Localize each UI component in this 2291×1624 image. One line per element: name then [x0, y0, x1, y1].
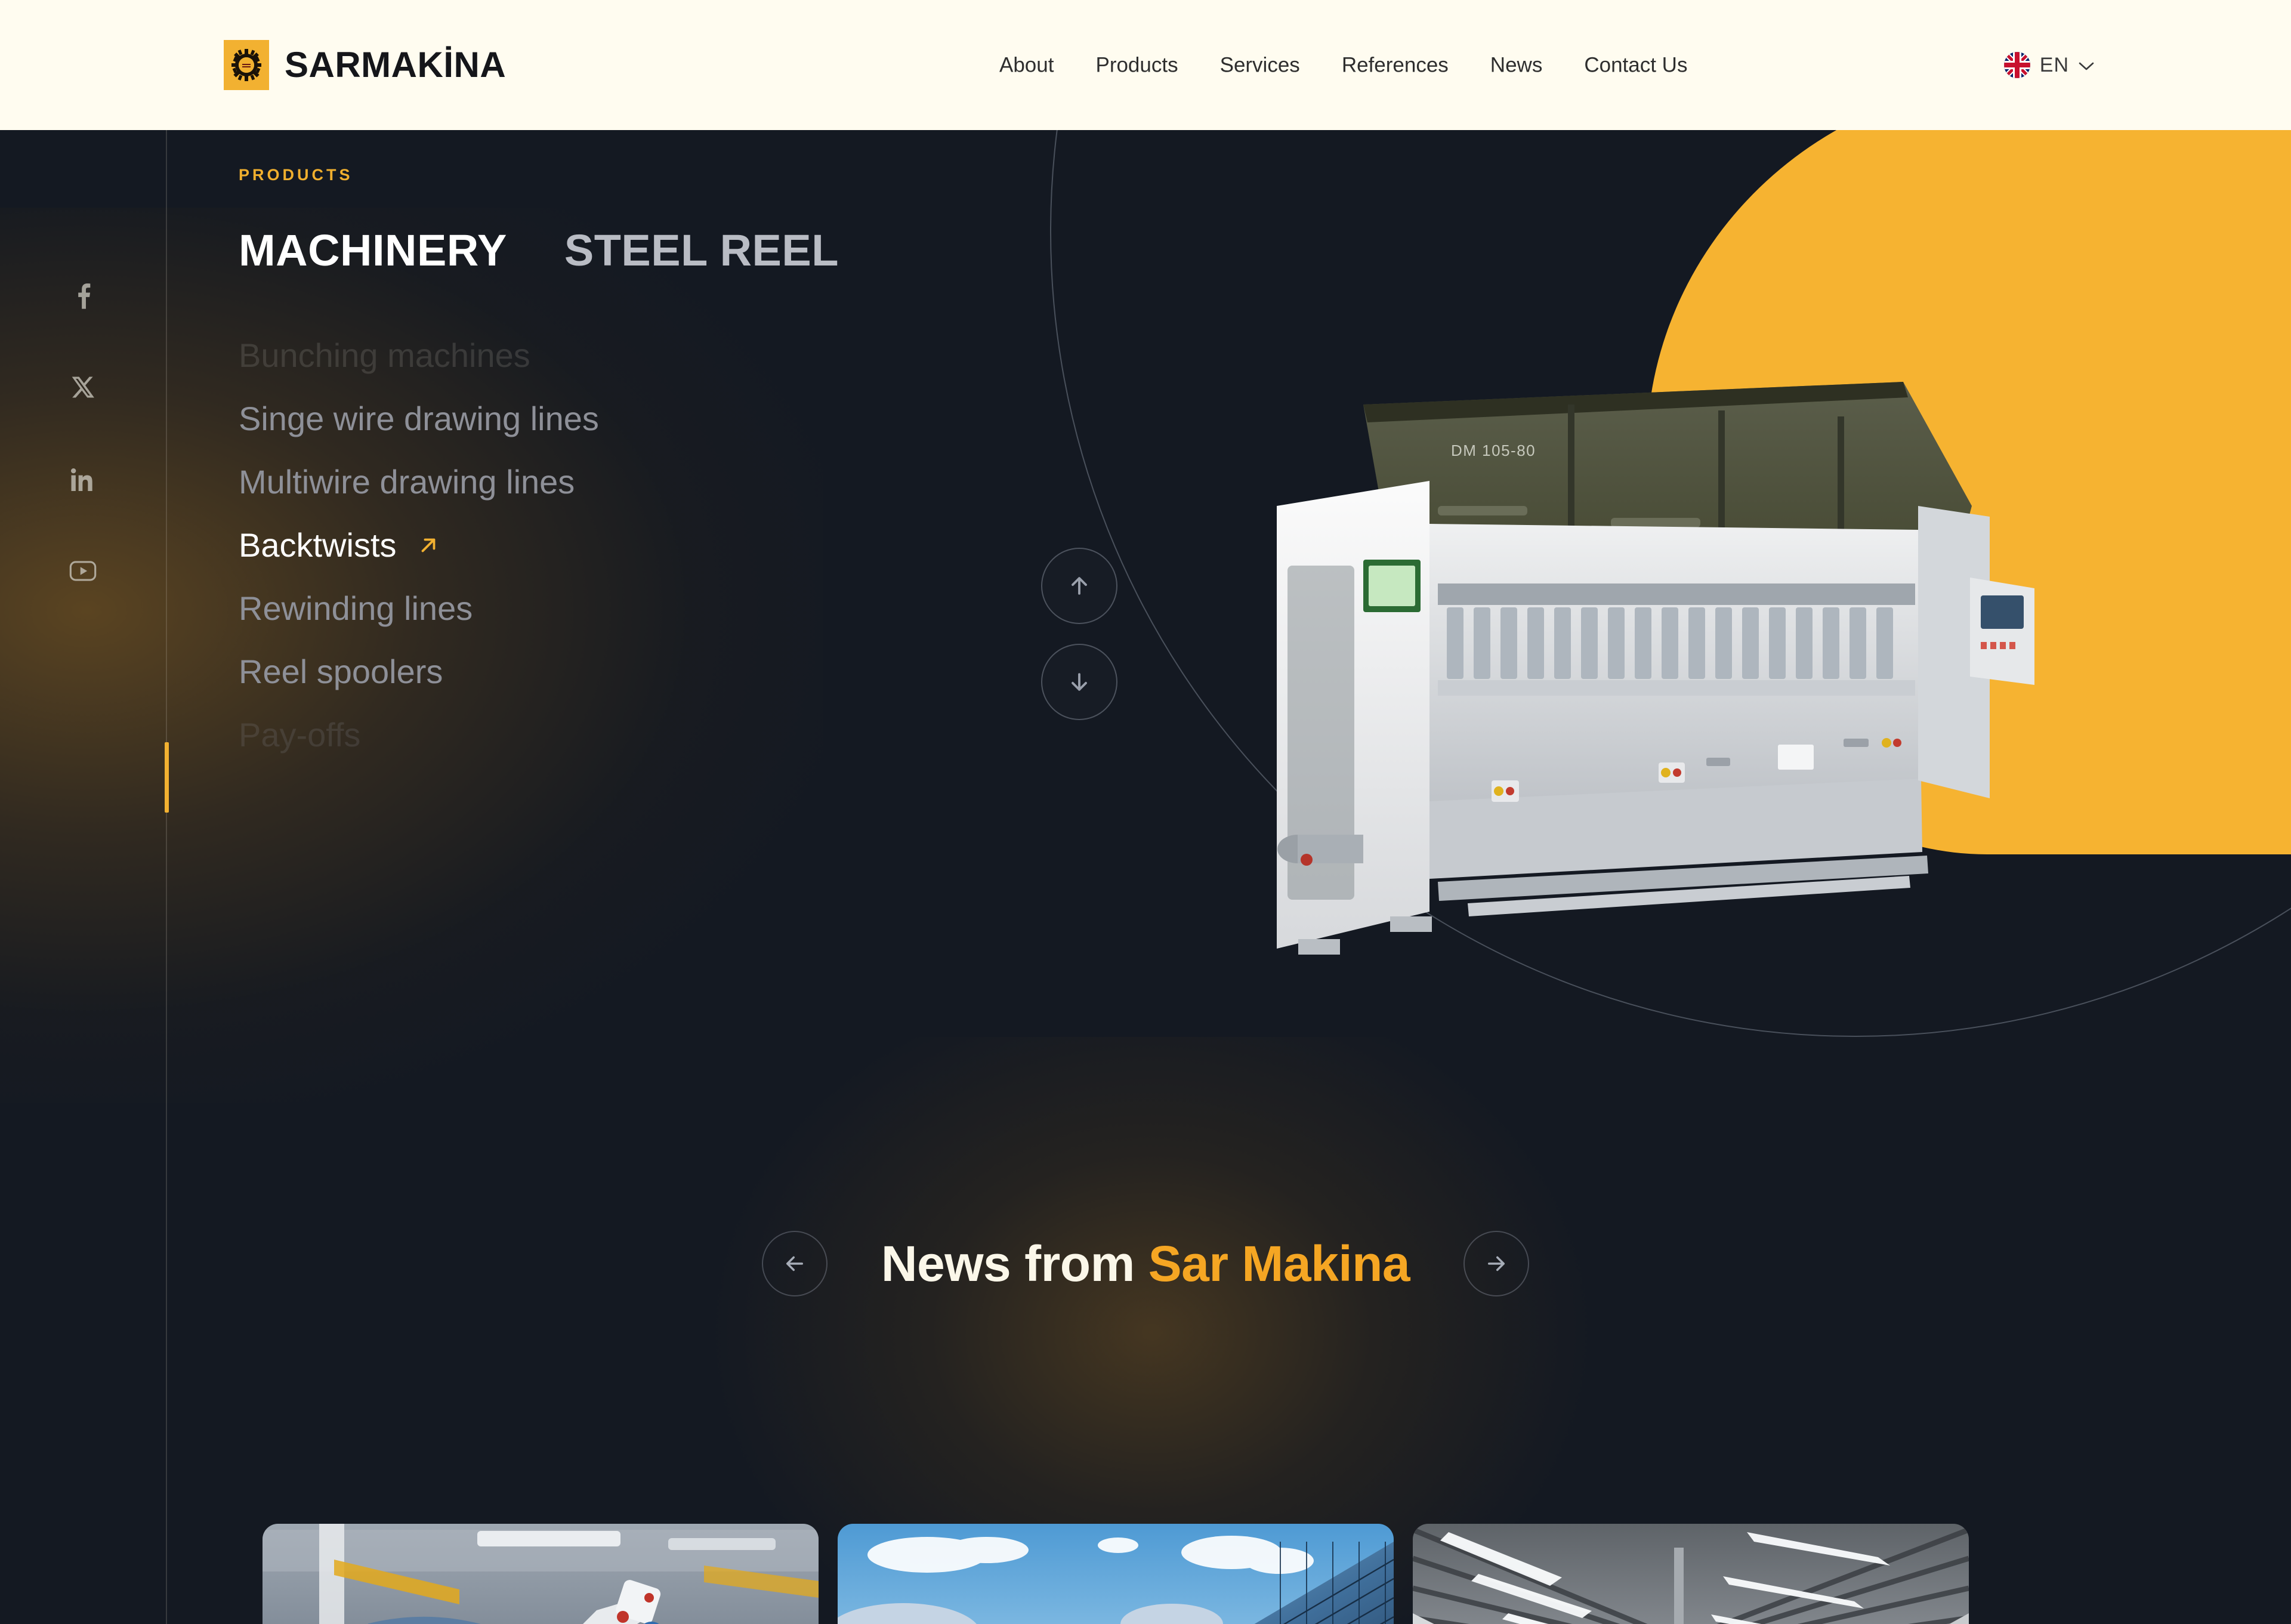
- product-item-multiwire-drawing-lines[interactable]: Multiwire drawing lines: [239, 450, 1074, 514]
- arrow-up-icon: [1066, 573, 1092, 599]
- news-card[interactable]: [263, 1524, 819, 1624]
- nav-item-about[interactable]: About: [978, 55, 1075, 76]
- news-card-list: [263, 1524, 1969, 1624]
- brand-logo[interactable]: SARMAKİNA: [224, 40, 506, 90]
- product-item-pay-offs[interactable]: Pay-offs: [239, 703, 1074, 767]
- product-item-label: Singe wire drawing lines: [239, 400, 599, 437]
- product-item-backtwists[interactable]: Backtwists: [239, 514, 1074, 577]
- factory-interior-skylights-photo: [1413, 1524, 1969, 1624]
- glass-skyscraper-sky-photo: [838, 1524, 1394, 1624]
- product-item-bunching-machines[interactable]: Bunching machines: [239, 324, 1074, 387]
- rail-divider: [166, 130, 167, 1624]
- product-item-label: Reel spoolers: [239, 653, 443, 690]
- nav-item-services[interactable]: Services: [1199, 55, 1321, 76]
- language-code: EN: [2039, 53, 2069, 76]
- product-item-label: Rewinding lines: [239, 589, 473, 627]
- x-twitter-icon[interactable]: [61, 365, 105, 409]
- news-title-plain: News from: [881, 1236, 1148, 1292]
- brand-name: SARMAKİNA: [285, 45, 507, 85]
- linkedin-icon[interactable]: [61, 457, 105, 501]
- product-item-reel-spoolers[interactable]: Reel spoolers: [239, 640, 1074, 703]
- tab-steel-reel[interactable]: STEEL REEL: [564, 229, 839, 273]
- product-category-tabs: MACHINERY STEEL REEL: [239, 229, 1074, 273]
- product-item-label: Multiwire drawing lines: [239, 463, 575, 501]
- products-panel: PRODUCTS MACHINERY STEEL REEL Bunching m…: [239, 166, 1074, 767]
- news-section-header: News from Sar Makina: [0, 1231, 2291, 1296]
- gear-icon: [224, 40, 269, 90]
- arrow-down-icon: [1066, 669, 1092, 695]
- hero-stage: PRODUCTS MACHINERY STEEL REEL Bunching m…: [0, 130, 2291, 1624]
- product-item-label: Bunching machines: [239, 336, 530, 374]
- news-title: News from Sar Makina: [881, 1239, 1410, 1289]
- news-card[interactable]: [838, 1524, 1394, 1624]
- products-eyebrow: PRODUCTS: [239, 166, 353, 184]
- product-list: Bunching machines Singe wire drawing lin…: [239, 324, 1074, 767]
- nav-item-news[interactable]: News: [1469, 55, 1564, 76]
- news-card[interactable]: [1413, 1524, 1969, 1624]
- youtube-icon[interactable]: [61, 549, 105, 593]
- site-header: SARMAKİNA About Products Services Refere…: [0, 0, 2291, 130]
- arrow-left-icon: [782, 1251, 807, 1276]
- scroll-up-button[interactable]: [1041, 548, 1117, 624]
- facebook-icon[interactable]: [61, 273, 105, 317]
- news-prev-button[interactable]: [761, 1231, 828, 1296]
- active-item-indicator: [165, 742, 169, 813]
- main-nav: About Products Services References News …: [978, 55, 1708, 76]
- arrow-up-right-icon: [417, 534, 440, 557]
- tab-machinery[interactable]: MACHINERY: [239, 229, 507, 273]
- robot-arm-factory-photo: [263, 1524, 819, 1624]
- uk-flag-icon: [2003, 52, 2030, 78]
- product-item-rewinding-lines[interactable]: Rewinding lines: [239, 577, 1074, 640]
- product-item-singe-wire-drawing-lines[interactable]: Singe wire drawing lines: [239, 387, 1074, 450]
- chevron-down-icon: [2079, 62, 2094, 71]
- product-machine-image: DM 105-80: [1241, 327, 2064, 1019]
- news-next-button[interactable]: [1463, 1231, 1530, 1296]
- nav-item-products[interactable]: Products: [1075, 55, 1199, 76]
- svg-text:DM 105-80: DM 105-80: [1451, 441, 1536, 459]
- news-title-accent: Sar Makina: [1148, 1236, 1410, 1292]
- arrow-right-icon: [1484, 1251, 1509, 1276]
- scroll-down-button[interactable]: [1041, 644, 1117, 720]
- nav-item-references[interactable]: References: [1321, 55, 1469, 76]
- nav-item-contact-us[interactable]: Contact Us: [1563, 55, 1708, 76]
- product-item-label: Pay-offs: [239, 716, 361, 754]
- product-scroll-controls: [1041, 548, 1117, 720]
- product-item-label: Backtwists: [239, 526, 397, 564]
- social-rail: [0, 130, 169, 1624]
- language-selector[interactable]: EN: [2003, 52, 2094, 78]
